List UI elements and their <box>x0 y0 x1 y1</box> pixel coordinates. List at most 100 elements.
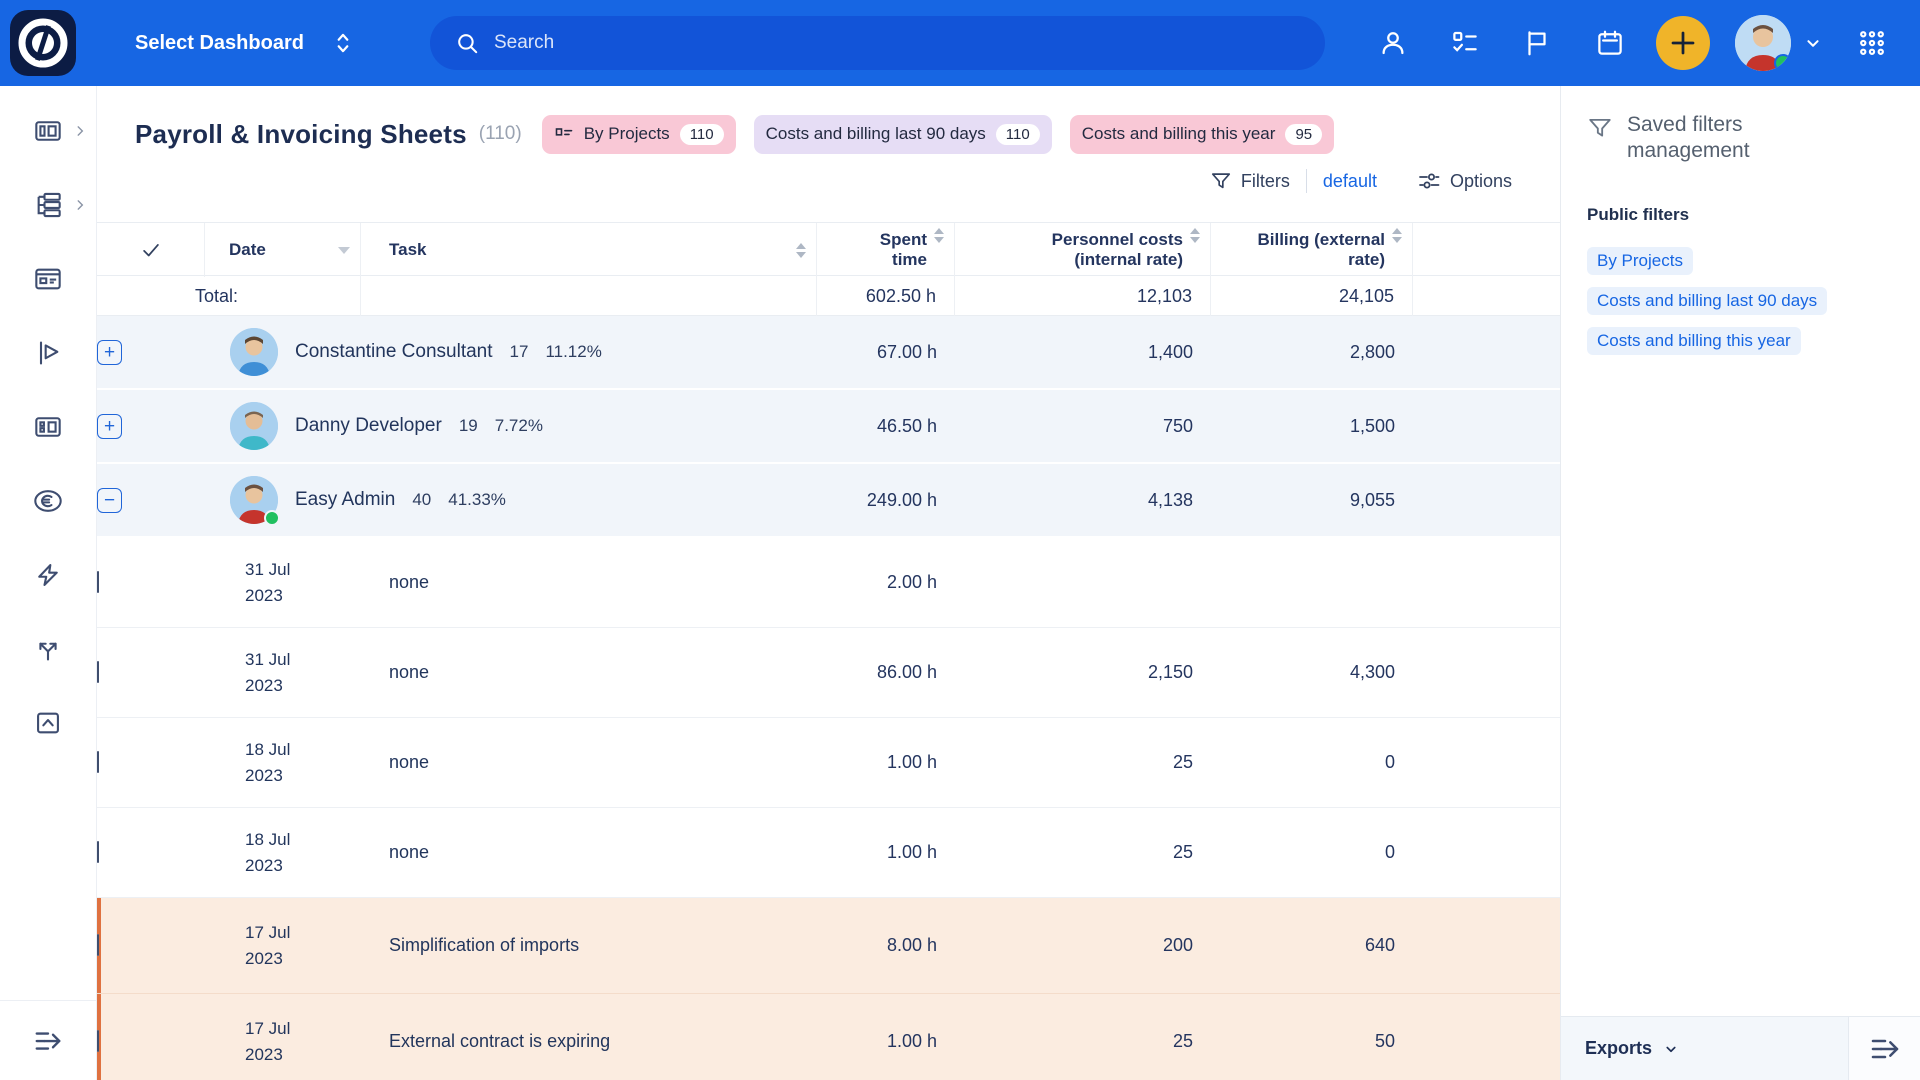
apps-grid-icon[interactable] <box>1850 0 1894 86</box>
calendar-icon[interactable] <box>1588 0 1632 86</box>
chevron-down-icon <box>1662 1040 1680 1058</box>
group-name[interactable]: Constantine Consultant <box>295 341 493 363</box>
collapse-button[interactable]: − <box>97 488 122 513</box>
sidebar-dashboards-icon[interactable] <box>33 116 63 146</box>
date-filter-arrow-icon[interactable] <box>338 247 350 254</box>
group-spent-time: 46.50 h <box>817 416 955 437</box>
total-row: Total: 602.50 h 12,103 24,105 <box>97 276 1560 316</box>
table-row: 31 Jul2023 none 2.00 h <box>97 538 1560 628</box>
row-billing: 0 <box>1211 842 1413 863</box>
exports-label: Exports <box>1585 1038 1652 1059</box>
options-button[interactable]: Options <box>1417 169 1512 193</box>
chip-badge: 95 <box>1285 124 1322 145</box>
avatar-chevron-icon[interactable] <box>1793 0 1833 86</box>
total-personnel-costs: 12,103 <box>955 276 1211 316</box>
chip-label: Costs and billing this year <box>1082 124 1276 144</box>
row-checkbox[interactable] <box>97 1030 99 1052</box>
table-row-highlighted: 17 Jul2023 Simplification of imports 8.0… <box>97 898 1560 994</box>
column-header-spent-time[interactable]: Spent time <box>817 223 955 277</box>
sort-icon[interactable] <box>1190 228 1200 243</box>
row-date: 18 Jul <box>245 737 361 763</box>
panel-collapse-icon[interactable] <box>1848 1017 1920 1080</box>
row-checkbox[interactable] <box>97 934 99 956</box>
select-all-checkmark[interactable] <box>97 223 205 277</box>
user-icon[interactable] <box>1371 0 1415 86</box>
row-checkbox[interactable] <box>97 661 99 683</box>
expand-button[interactable]: + <box>97 340 122 365</box>
sidebar-workflow-icon[interactable] <box>33 634 63 664</box>
column-header-task[interactable]: Task <box>361 223 817 277</box>
row-personnel-costs: 2,150 <box>955 662 1211 683</box>
sidebar-pages-icon[interactable] <box>33 264 63 294</box>
funnel-icon <box>1210 170 1232 192</box>
sidebar-project-tree-icon[interactable] <box>33 190 63 220</box>
chip-badge: 110 <box>680 124 724 145</box>
filters-label: Filters <box>1241 171 1290 192</box>
row-spent-time: 86.00 h <box>817 662 955 683</box>
user-avatar[interactable] <box>1735 15 1791 71</box>
sidebar-milestones-icon[interactable] <box>33 338 63 368</box>
tasks-icon[interactable] <box>1443 0 1487 86</box>
sort-icon[interactable] <box>796 243 806 258</box>
row-spent-time: 1.00 h <box>817 752 955 773</box>
row-date: 31 Jul <box>245 557 361 583</box>
avatar <box>230 476 278 524</box>
sort-icon[interactable] <box>1392 228 1402 243</box>
default-filter-link[interactable]: default <box>1323 171 1377 192</box>
sidebar-money-icon[interactable] <box>33 486 63 516</box>
group-billing: 9,055 <box>1211 490 1413 511</box>
group-percent: 41.33% <box>448 490 506 510</box>
column-header-personnel-costs[interactable]: Personnel costs (internal rate) <box>955 223 1211 277</box>
sidebar-quick-actions-icon[interactable] <box>33 560 63 590</box>
filters-button[interactable]: Filters <box>1210 170 1290 192</box>
sidebar-archive-icon[interactable] <box>33 708 63 738</box>
sort-icon[interactable] <box>934 228 944 243</box>
app-logo[interactable] <box>10 10 76 76</box>
filter-chip-last-90-days[interactable]: Costs and billing last 90 days 110 <box>754 115 1052 154</box>
dashboard-selector[interactable]: Select Dashboard <box>135 0 356 86</box>
left-sidebar <box>0 86 97 1080</box>
row-billing: 4,300 <box>1211 662 1413 683</box>
saved-filters-panel: Saved filters management Public filters … <box>1560 86 1920 1080</box>
group-name[interactable]: Easy Admin <box>295 489 395 511</box>
saved-filter-link[interactable]: By Projects <box>1587 247 1693 275</box>
row-checkbox[interactable] <box>97 841 99 863</box>
table-row: 31 Jul2023 none 86.00 h 2,150 4,300 <box>97 628 1560 718</box>
row-task[interactable]: Simplification of imports <box>361 935 817 956</box>
group-row: + Constantine Consultant 17 11.12% 67.00… <box>97 316 1560 390</box>
row-task[interactable]: External contract is expiring <box>361 1031 817 1052</box>
row-checkbox[interactable] <box>97 571 99 593</box>
column-header-billing[interactable]: Billing (external rate) <box>1211 223 1413 277</box>
divider <box>1306 169 1307 193</box>
group-billing: 1,500 <box>1211 416 1413 437</box>
saved-filter-link[interactable]: Costs and billing this year <box>1587 327 1801 355</box>
filter-chip-this-year[interactable]: Costs and billing this year 95 <box>1070 115 1334 154</box>
list-view-icon <box>554 124 574 144</box>
sidebar-expand-icon[interactable] <box>0 1000 96 1080</box>
logo-icon <box>17 17 69 69</box>
page-title: Payroll & Invoicing Sheets <box>135 119 467 150</box>
row-spent-time: 1.00 h <box>817 1031 955 1052</box>
column-header-date[interactable]: Date <box>205 223 361 277</box>
sidebar-modules-icon[interactable] <box>33 412 63 442</box>
flag-icon[interactable] <box>1515 0 1559 86</box>
column-header-empty <box>1413 223 1560 277</box>
exports-button[interactable]: Exports <box>1561 1017 1848 1080</box>
group-row: + Danny Developer 19 7.72% 46.50 h 750 1… <box>97 390 1560 464</box>
avatar <box>230 328 278 376</box>
group-spent-time: 249.00 h <box>817 490 955 511</box>
filter-chip-by-projects[interactable]: By Projects 110 <box>542 115 736 154</box>
panel-title: Saved filters management <box>1627 112 1847 165</box>
search-input[interactable] <box>494 32 1254 54</box>
row-personnel-costs: 25 <box>955 1031 1211 1052</box>
saved-filter-link[interactable]: Costs and billing last 90 days <box>1587 287 1827 315</box>
row-task: none <box>361 572 817 593</box>
total-billing: 24,105 <box>1211 276 1413 316</box>
row-checkbox[interactable] <box>97 751 99 773</box>
row-date: 18 Jul <box>245 827 361 853</box>
group-name[interactable]: Danny Developer <box>295 415 442 437</box>
create-new-button[interactable] <box>1656 16 1710 70</box>
dashboard-selector-label: Select Dashboard <box>135 32 304 55</box>
sliders-icon <box>1417 169 1441 193</box>
expand-button[interactable]: + <box>97 414 122 439</box>
